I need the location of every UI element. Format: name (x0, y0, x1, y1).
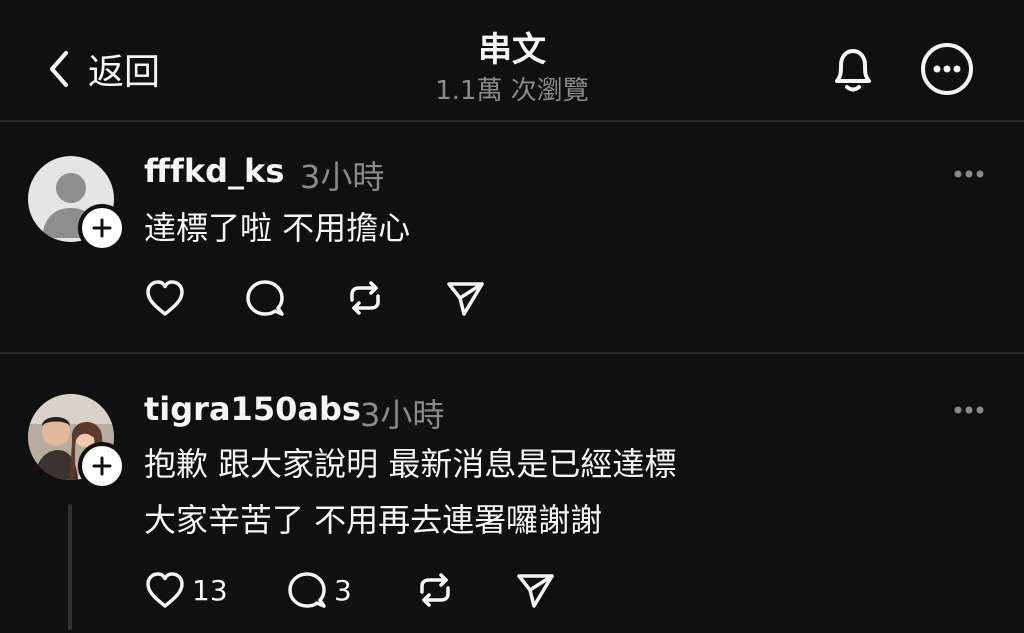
post-text-line: 抱歉 跟大家說明 最新消息是已經達標 (144, 445, 677, 483)
notification-button[interactable] (824, 40, 882, 98)
post-time: 3小時 (300, 158, 385, 196)
plus-icon (92, 456, 112, 476)
follow-button[interactable] (78, 204, 126, 252)
thread-line (68, 504, 72, 630)
ellipsis-icon (954, 170, 984, 178)
more-horizontal-circle-icon (918, 40, 976, 98)
back-label: 返回 (88, 52, 161, 93)
comment-icon (246, 280, 284, 316)
plus-icon (92, 218, 112, 238)
repost-button[interactable] (344, 278, 386, 318)
more-options-button[interactable] (918, 40, 976, 98)
chevron-left-icon (44, 49, 74, 89)
heart-icon (146, 572, 184, 608)
repost-icon (350, 281, 380, 315)
view-count: 1.1萬 次瀏覽 (435, 76, 589, 106)
bell-icon (824, 40, 882, 98)
like-count: 13 (192, 573, 228, 607)
post-text-line: 大家辛苦了 不用再去連署囉謝謝 (144, 501, 603, 539)
post-text-line: 達標了啦 不用擔心 (144, 209, 411, 247)
send-icon (517, 574, 554, 608)
top-bar: 返回 串文 1.1萬 次瀏覽 (0, 0, 1024, 121)
like-button[interactable]: 13 (144, 570, 228, 610)
comment-button[interactable] (244, 278, 286, 318)
post-more-button[interactable] (950, 162, 990, 186)
repost-icon (420, 573, 450, 607)
like-button[interactable] (144, 278, 186, 318)
heart-icon (146, 280, 184, 316)
comment-icon (288, 572, 326, 608)
share-button[interactable] (514, 570, 556, 610)
post-more-button[interactable] (950, 398, 990, 422)
reply-post: fffkd_ks 3小時 達標了啦 不用擔心 (0, 122, 1024, 352)
post-time: 3小時 (360, 396, 445, 434)
reply-post: tigra150abs 3小時 抱歉 跟大家說明 最新消息是已經達標 大家辛苦了… (0, 354, 1024, 633)
share-button[interactable] (444, 278, 486, 318)
page-title: 串文 (478, 30, 546, 70)
back-button[interactable]: 返回 (44, 44, 160, 94)
username[interactable]: tigra150abs (144, 390, 361, 428)
follow-button[interactable] (78, 442, 126, 490)
send-icon (447, 282, 484, 316)
repost-button[interactable] (414, 570, 456, 610)
ellipsis-icon (954, 406, 984, 414)
reply-count: 3 (334, 573, 352, 607)
title-block: 串文 1.1萬 次瀏覽 (362, 28, 662, 108)
username[interactable]: fffkd_ks (144, 152, 284, 190)
comment-button[interactable]: 3 (286, 570, 352, 610)
